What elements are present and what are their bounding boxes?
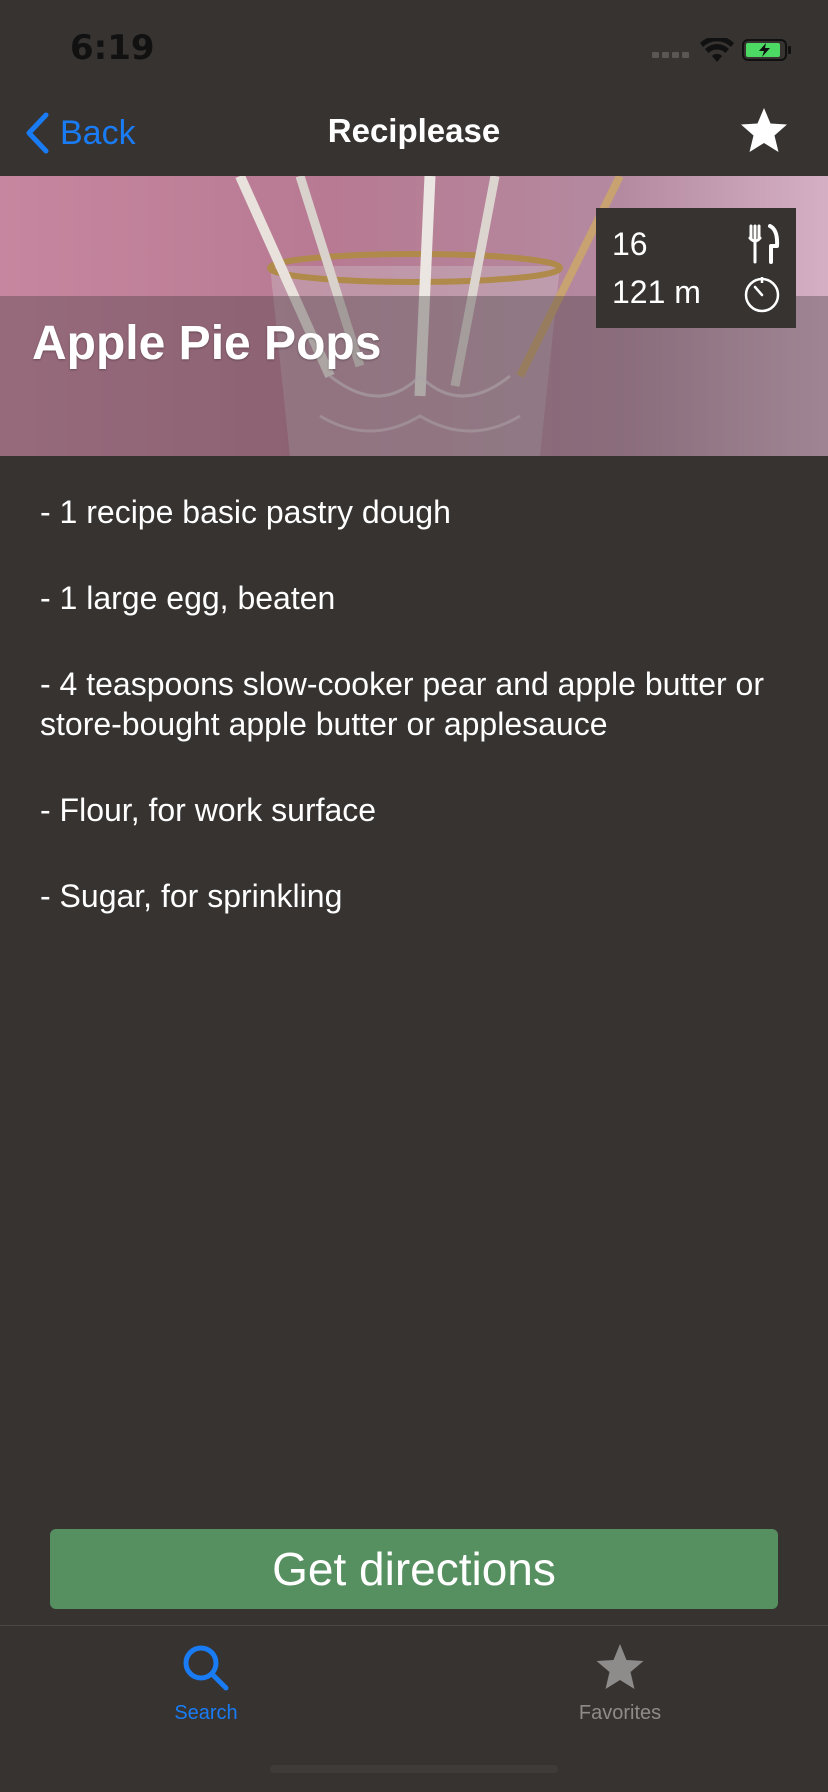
- recipe-title: Apple Pie Pops: [32, 317, 382, 370]
- ingredient-item: - Flour, for work surface: [40, 792, 377, 828]
- ingredient-item: - 4 teaspoons slow-cooker pear and apple…: [40, 666, 764, 742]
- battery-icon: [742, 39, 791, 61]
- status-time: 6:19: [70, 28, 155, 68]
- time-row: 121 m: [612, 270, 701, 314]
- ingredient-item: - Sugar, for sprinkling: [40, 878, 343, 914]
- home-indicator: [270, 1765, 558, 1773]
- ingredient-item: - 1 large egg, beaten: [40, 580, 336, 616]
- timer-icon: [744, 277, 780, 313]
- fork-knife-icon: [748, 224, 780, 264]
- tab-favorites-label: Favorites: [578, 1702, 662, 1724]
- ingredients-list: - 1 recipe basic pastry dough - 1 large …: [40, 492, 780, 962]
- ingredient-item: - 1 recipe basic pastry dough: [40, 494, 451, 530]
- tab-favorites[interactable]: Favorites: [520, 1636, 720, 1736]
- tab-search-label: Search: [174, 1702, 238, 1724]
- servings-value: 16: [612, 225, 648, 262]
- tab-search[interactable]: Search: [106, 1636, 306, 1736]
- recipe-detail-screen: 6:19 Back Reciplease Apple Pie Pops 16 1…: [0, 0, 828, 1792]
- get-directions-button[interactable]: Get directions: [50, 1529, 778, 1609]
- time-value: 121 m: [612, 273, 701, 310]
- wifi-icon: [700, 38, 734, 62]
- recipe-stats: 16 121 m: [596, 208, 796, 328]
- cellular-signal-icon: [652, 52, 690, 60]
- servings-row: 16: [612, 222, 648, 266]
- favorite-star-icon[interactable]: [738, 105, 790, 157]
- search-icon: [183, 1645, 229, 1691]
- nav-title: Reciplease: [327, 112, 501, 149]
- star-icon: [596, 1644, 644, 1689]
